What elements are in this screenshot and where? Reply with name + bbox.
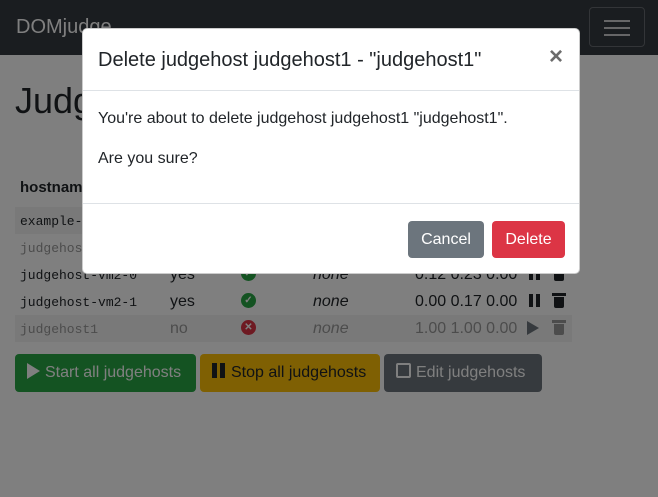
delete-button[interactable]: Delete bbox=[492, 221, 565, 258]
modal-footer: Cancel Delete bbox=[83, 203, 579, 273]
modal-title: Delete judgehost judgehost1 - "judgehost… bbox=[98, 49, 482, 71]
confirm-question: Are you sure? bbox=[98, 150, 198, 167]
modal-body: You're about to delete judgehost judgeho… bbox=[98, 109, 508, 189]
close-icon[interactable]: × bbox=[549, 45, 563, 69]
modal-header: Delete judgehost judgehost1 - "judgehost… bbox=[83, 29, 579, 91]
delete-confirm-dialog: Delete judgehost judgehost1 - "judgehost… bbox=[82, 28, 580, 274]
cancel-button[interactable]: Cancel bbox=[408, 221, 484, 258]
delete-message: You're about to delete judgehost judgeho… bbox=[98, 110, 508, 127]
